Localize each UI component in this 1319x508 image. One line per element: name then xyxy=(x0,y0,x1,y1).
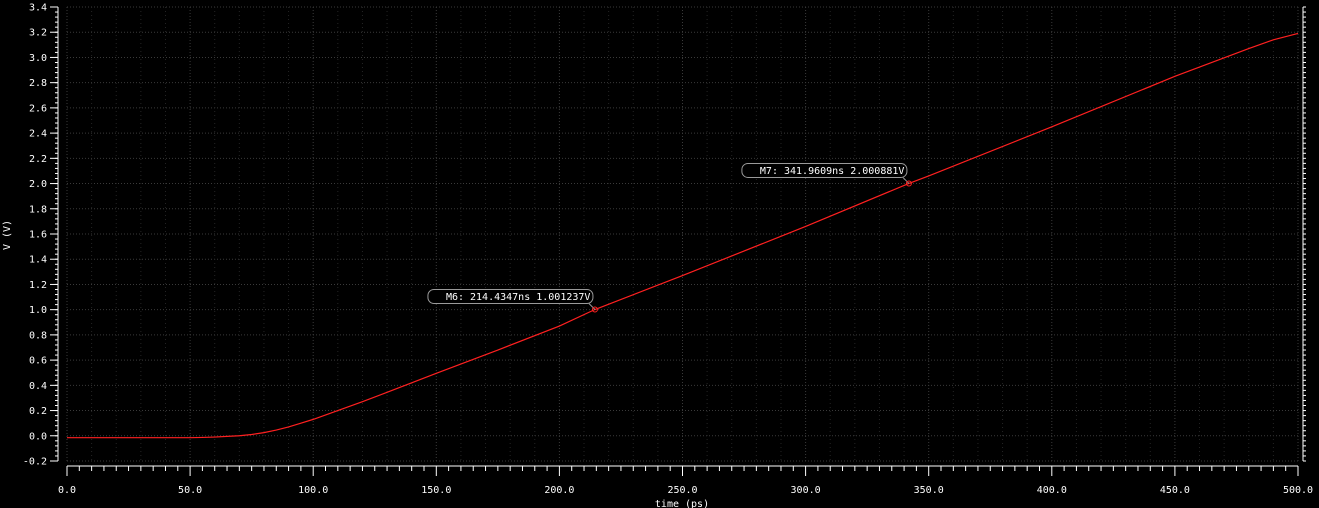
y-tick-label: 2.2 xyxy=(29,154,47,165)
y-tick-label: 1.0 xyxy=(29,305,47,316)
y-tick-label: 2.8 xyxy=(29,78,47,89)
marker-7-label: M7: 341.9609ns 2.000881V xyxy=(760,166,905,177)
x-axis-label: time (ps) xyxy=(655,499,709,508)
x-tick-label: 250.0 xyxy=(667,485,697,496)
y-tick-label: 0.8 xyxy=(29,330,47,341)
y-tick-label: 0.0 xyxy=(29,431,47,442)
y-tick-label: 2.4 xyxy=(29,129,47,140)
x-tick-label: 50.0 xyxy=(178,485,202,496)
y-tick-label: 0.4 xyxy=(29,381,47,392)
x-tick-label: 350.0 xyxy=(914,485,944,496)
x-tick-label: 100.0 xyxy=(298,485,328,496)
y-tick-label: 1.6 xyxy=(29,230,47,241)
x-tick-label: 500.0 xyxy=(1283,485,1313,496)
x-tick-label: 400.0 xyxy=(1037,485,1067,496)
x-tick-label: 300.0 xyxy=(791,485,821,496)
y-tick-label: 0.6 xyxy=(29,356,47,367)
y-tick-label: -0.2 xyxy=(23,457,47,468)
y-tick-label: 2.0 xyxy=(29,179,47,190)
y-tick-label: 1.4 xyxy=(29,255,47,266)
y-tick-label: 3.0 xyxy=(29,53,47,64)
y-tick-label: 1.2 xyxy=(29,280,47,291)
y-tick-label: 2.6 xyxy=(29,103,47,114)
x-tick-label: 150.0 xyxy=(421,485,451,496)
y-tick-label: 0.2 xyxy=(29,406,47,417)
y-tick-label: 1.8 xyxy=(29,204,47,215)
y-tick-label: 3.2 xyxy=(29,28,47,39)
x-tick-label: 450.0 xyxy=(1160,485,1190,496)
waveform-chart: -0.2 0.0 0.2 0.4 0.6 0.8 1.0 1.2 1.4 1.6 1.8 2.0 2.2… xyxy=(0,0,1319,508)
y-tick-label: 3.4 xyxy=(29,3,47,14)
marker-6-label: M6: 214.4347ns 1.001237V xyxy=(446,292,591,303)
plot-background xyxy=(0,0,1319,508)
y-axis-label: V (V) xyxy=(2,220,13,250)
x-tick-label: 0.0 xyxy=(58,485,76,496)
x-tick-label: 200.0 xyxy=(544,485,574,496)
